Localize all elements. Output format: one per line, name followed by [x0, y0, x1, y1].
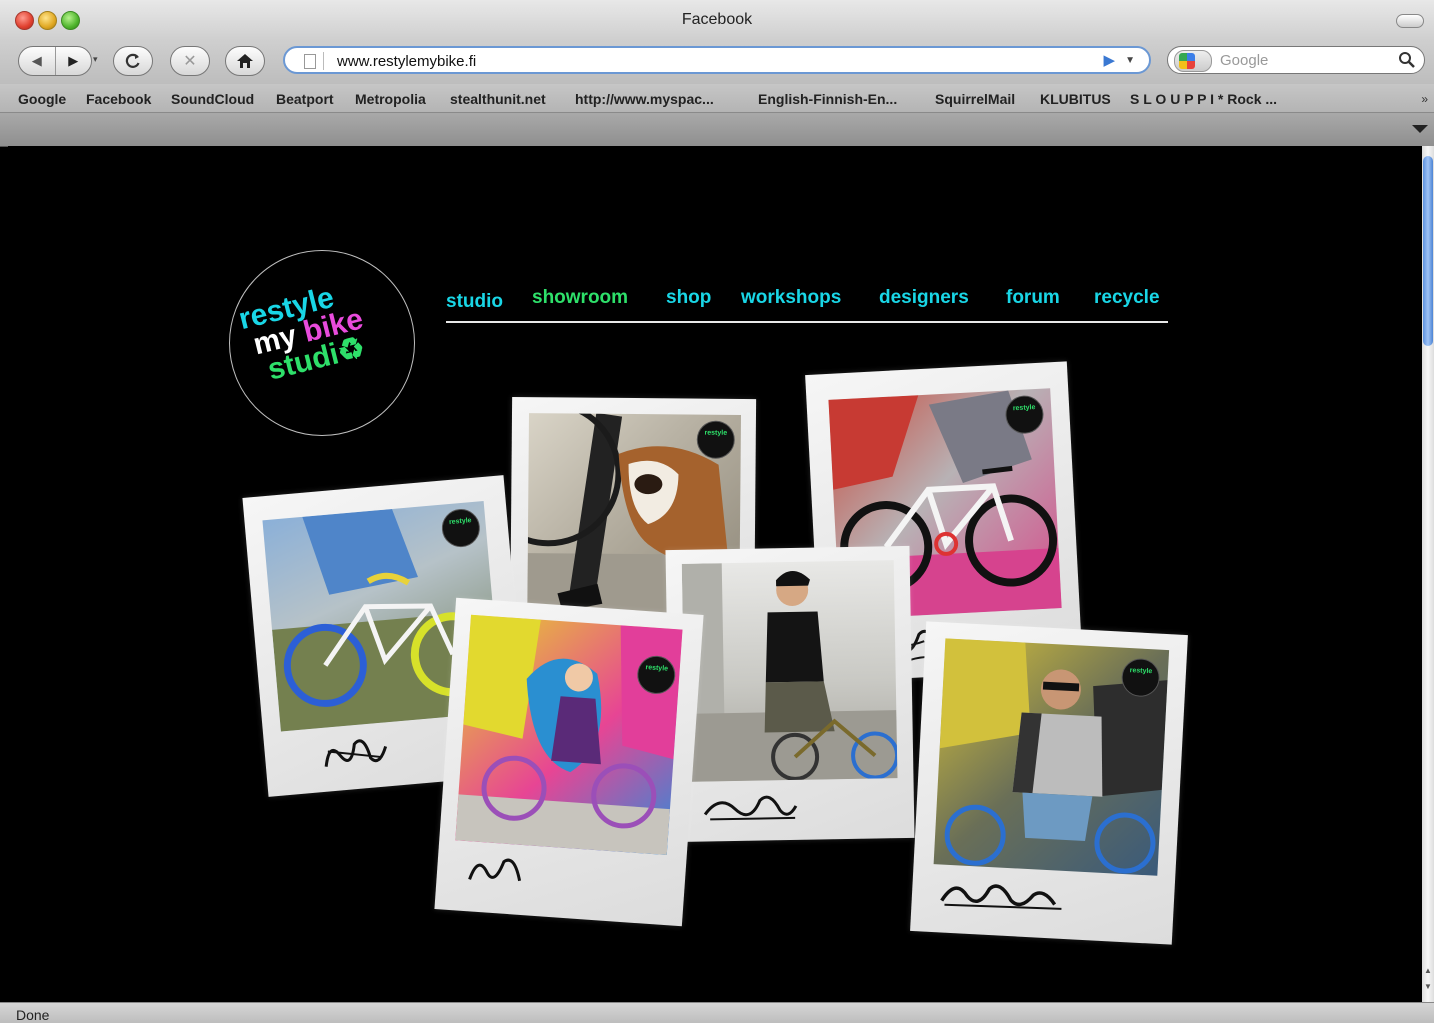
watermark-logo: restyle [696, 420, 735, 459]
status-text: Done [16, 1007, 50, 1023]
scroll-down-icon[interactable]: ▼ [1424, 982, 1432, 991]
signature-tag [324, 739, 388, 767]
tab-strip [0, 113, 1434, 147]
bookmark-item[interactable]: Metropolia [355, 91, 426, 107]
nav-item-recycle[interactable]: recycle [1094, 287, 1160, 309]
tab-overview-icon[interactable] [1412, 125, 1428, 133]
photo-image [681, 563, 898, 782]
reload-button[interactable] [113, 46, 153, 76]
browser-window: Facebook ◀ ▶ ▾ ✕ www.restylemybike.fi ▶ … [0, 0, 1434, 1023]
bookmark-item[interactable]: SoundCloud [171, 91, 254, 107]
search-engine-selector[interactable] [1174, 50, 1212, 72]
search-bar[interactable]: Google [1167, 46, 1425, 74]
nav-item-forum[interactable]: forum [1006, 287, 1060, 309]
signature-tag [468, 858, 522, 882]
navigation-toolbar: ◀ ▶ ▾ ✕ www.restylemybike.fi ▶ ▼ Google [0, 40, 1434, 84]
nav-item-showroom[interactable]: showroom [532, 287, 628, 309]
forward-arrow-icon: ▶ [68, 53, 79, 68]
status-bar: Done [0, 1002, 1434, 1023]
search-icon[interactable] [1398, 51, 1416, 69]
toolbar-toggle-button[interactable] [1396, 14, 1424, 28]
bookmarks-overflow-icon[interactable]: » [1421, 92, 1428, 106]
scrollbar-thumb[interactable] [1423, 156, 1433, 346]
nav-item-workshops[interactable]: workshops [741, 287, 841, 309]
nav-item-shop[interactable]: shop [666, 287, 711, 309]
signature-tag [940, 884, 1062, 910]
polaroid-photo-guy[interactable]: restyle [910, 621, 1188, 945]
home-button[interactable] [225, 46, 265, 76]
address-dropdown-icon[interactable]: ▼ [1125, 55, 1135, 66]
window-title: Facebook [681, 11, 753, 28]
address-bar[interactable]: www.restylemybike.fi ▶ ▼ [283, 46, 1151, 74]
bookmark-item[interactable]: English-Finnish-En... [758, 91, 897, 107]
bookmark-item[interactable]: S L O U P P I * Rock ... [1130, 91, 1277, 107]
vertical-scrollbar[interactable]: ▲ ▼ [1422, 146, 1434, 1002]
site-logo[interactable]: restyle my bike studi♻ [229, 250, 415, 436]
polaroid-photo-rider[interactable] [665, 545, 915, 843]
stop-button[interactable]: ✕ [170, 46, 210, 76]
bookmark-item[interactable]: SquirrelMail [935, 91, 1015, 107]
address-text[interactable]: www.restylemybike.fi [337, 53, 476, 70]
page-content: restyle my bike studi♻ studio showroom s… [8, 146, 1422, 1002]
title-bar: Facebook [0, 0, 1434, 40]
bookmark-item[interactable]: Google [18, 91, 66, 107]
bookmark-item[interactable]: KLUBITUS [1040, 91, 1111, 107]
home-icon [237, 54, 253, 68]
forward-button[interactable]: ▶ [54, 47, 92, 75]
bookmark-item[interactable]: Facebook [86, 91, 151, 107]
google-logo-icon [1179, 53, 1195, 69]
back-arrow-icon: ◀ [31, 53, 42, 68]
photo-image [455, 614, 683, 856]
scroll-up-icon[interactable]: ▲ [1424, 966, 1432, 975]
bookmark-item[interactable]: http://www.myspac... [575, 91, 714, 107]
reload-icon [125, 53, 140, 68]
polaroid-photo-woman[interactable]: restyle [434, 597, 704, 927]
stop-icon: ✕ [183, 53, 197, 70]
page-icon [295, 52, 324, 70]
signature-tag [703, 795, 798, 821]
main-navigation: studio showroom shop workshops designers… [446, 283, 1168, 323]
nav-item-studio[interactable]: studio [446, 291, 503, 313]
back-forward-group: ◀ ▶ [18, 46, 92, 76]
bookmark-item[interactable]: stealthunit.net [450, 91, 546, 107]
bookmarks-bar: Google Facebook SoundCloud Beatport Metr… [0, 84, 1434, 113]
go-arrow-icon[interactable]: ▶ [1103, 51, 1115, 69]
search-input[interactable]: Google [1220, 52, 1268, 69]
nav-item-designers[interactable]: designers [879, 287, 969, 309]
bookmark-item[interactable]: Beatport [276, 91, 334, 107]
history-dropdown-icon[interactable]: ▾ [93, 54, 98, 65]
back-button[interactable]: ◀ [19, 47, 55, 75]
